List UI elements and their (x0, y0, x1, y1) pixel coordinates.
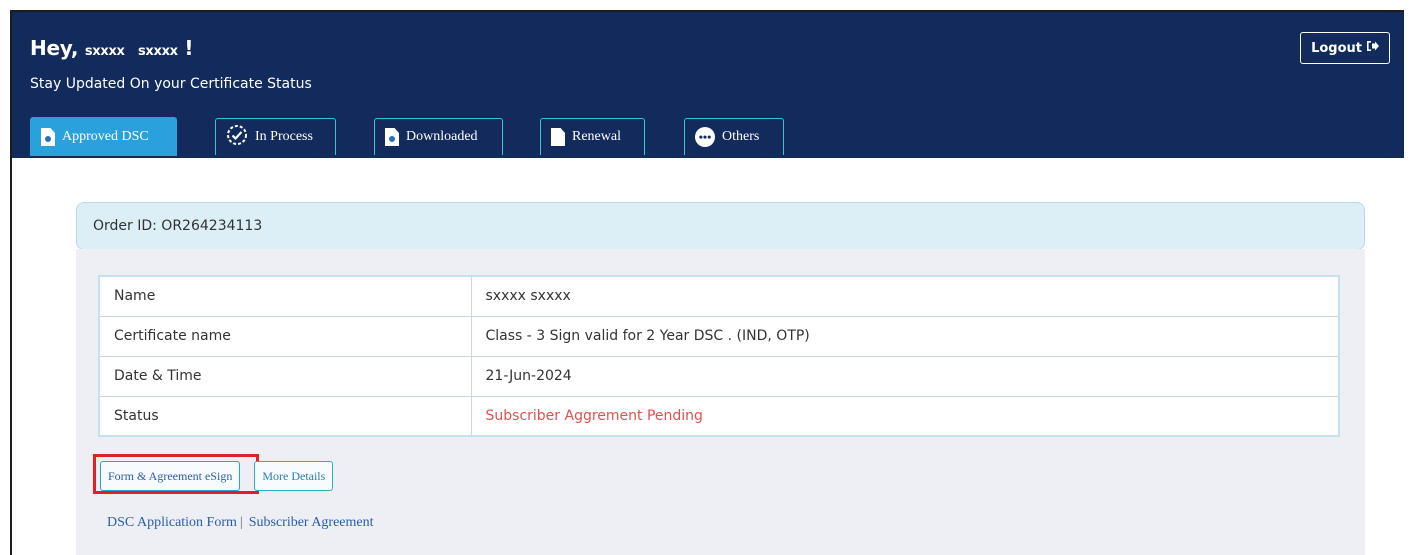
order-details-table: Name sxxxx sxxxx Certificate name Class … (98, 275, 1340, 437)
in-process-icon (226, 124, 248, 151)
row-label: Name (98, 275, 472, 317)
greeting: Hey, sxxxx sxxxx ! (30, 36, 194, 60)
link-separator: | (239, 515, 243, 530)
row-value: 21-Jun-2024 (470, 355, 1340, 397)
action-buttons: Form & Agreement eSign More Details (100, 461, 334, 491)
row-value: Class - 3 Sign valid for 2 Year DSC . (I… (470, 315, 1340, 357)
app-frame: Hey, sxxxx sxxxx ! Stay Updated On your … (10, 10, 1404, 555)
order-id-header: Order ID: OR264234113 (76, 202, 1365, 250)
logout-label: Logout (1311, 40, 1362, 56)
order-id: Order ID: OR264234113 (93, 218, 263, 234)
subscriber-agreement-link[interactable]: Subscriber Agreement (249, 515, 374, 530)
document-links: DSC Application Form | Subscriber Agreemen… (107, 515, 374, 531)
tab-label: Others (722, 129, 760, 144)
user-first-name: sxxxx (84, 44, 125, 59)
document-icon (41, 128, 55, 146)
greeting-prefix: Hey, (30, 36, 79, 60)
table-row: Status Subscriber Aggrement Pending (98, 395, 1340, 437)
file-icon (551, 128, 565, 146)
tab-renewal[interactable]: Renewal (540, 118, 645, 155)
status-value: Subscriber Aggrement Pending (470, 395, 1340, 437)
tab-downloaded[interactable]: Downloaded (374, 118, 503, 155)
row-value: sxxxx sxxxx (470, 275, 1340, 317)
tab-label: Downloaded (406, 129, 478, 144)
tab-others[interactable]: ••• Others (684, 118, 784, 155)
table-row: Certificate name Class - 3 Sign valid fo… (98, 315, 1340, 357)
dsc-application-form-link[interactable]: DSC Application Form (107, 515, 237, 530)
row-label: Status (98, 395, 472, 437)
greeting-suffix: ! (184, 36, 194, 60)
header: Hey, sxxxx sxxxx ! Stay Updated On your … (12, 12, 1404, 158)
page-subtitle: Stay Updated On your Certificate Status (30, 76, 312, 92)
logout-icon (1366, 40, 1379, 56)
logout-button[interactable]: Logout (1300, 32, 1390, 64)
more-details-button[interactable]: More Details (254, 461, 334, 491)
more-dots-icon: ••• (695, 127, 715, 147)
table-row: Name sxxxx sxxxx (98, 275, 1340, 317)
tab-label: Renewal (572, 129, 621, 144)
document-icon (385, 128, 399, 146)
form-agreement-esign-button[interactable]: Form & Agreement eSign (100, 461, 241, 491)
row-label: Certificate name (98, 315, 472, 357)
tab-label: In Process (255, 129, 313, 144)
user-last-name: sxxxx (137, 44, 178, 59)
order-details-panel: Name sxxxx sxxxx Certificate name Class … (76, 249, 1365, 555)
row-label: Date & Time (98, 355, 472, 397)
tab-approved-dsc[interactable]: Approved DSC (30, 117, 177, 156)
table-row: Date & Time 21-Jun-2024 (98, 355, 1340, 397)
main-content: Order ID: OR264234113 Name sxxxx sxxxx C… (28, 158, 1396, 555)
tab-in-process[interactable]: In Process (215, 118, 336, 155)
tab-label: Approved DSC (62, 129, 149, 144)
